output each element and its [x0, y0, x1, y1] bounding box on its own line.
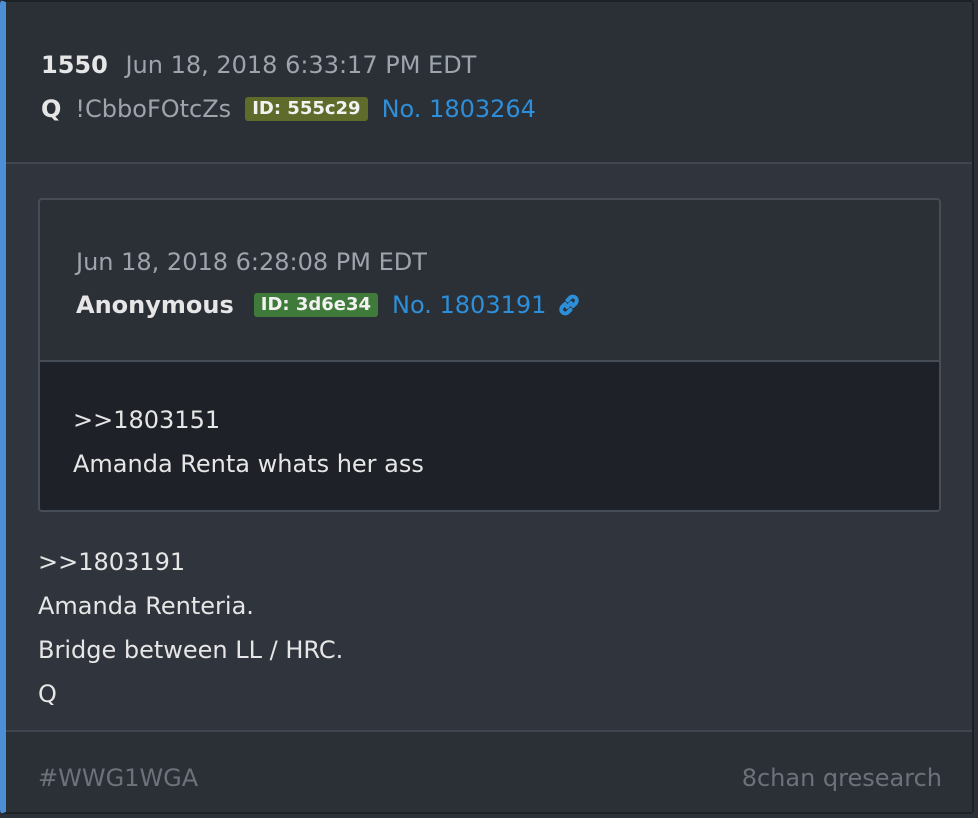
quoted-author-row: Anonymous ID: 3d6e34 No. 1803191 [76, 287, 584, 323]
quoted-post: Jun 18, 2018 6:28:08 PM EDT Anonymous ID… [38, 198, 941, 512]
quoted-text-line: Amanda Renta whats her ass [73, 450, 424, 478]
post-text-line: Bridge between LL / HRC. [38, 636, 344, 664]
post-date: Jun 18, 2018 6:33:17 PM EDT [125, 51, 477, 79]
quoted-post-date: Jun 18, 2018 6:28:08 PM EDT [76, 248, 427, 276]
post-text-line: Amanda Renteria. [38, 592, 254, 620]
post-meta-row: 1550 Jun 18, 2018 6:33:17 PM EDT [41, 47, 476, 83]
quoted-number-link[interactable]: No. 1803191 [392, 287, 546, 323]
post-reply-ref[interactable]: >>1803191 [38, 544, 185, 580]
post-signature: Q [38, 680, 57, 708]
post-tripcode: !CbboFOtcZs [75, 95, 232, 123]
link-icon[interactable] [554, 290, 584, 320]
post-id-badge: ID: 555c29 [245, 97, 368, 121]
post-card: 1550 Jun 18, 2018 6:33:17 PM EDT Q !Cbbo… [0, 0, 974, 814]
quoted-post-author: Anonymous [76, 291, 234, 319]
post-number: 1550 [41, 51, 108, 79]
hashtag: #WWG1WGA [38, 764, 199, 792]
quoted-reply-ref[interactable]: >>1803151 [73, 402, 220, 438]
quoted-id-badge: ID: 3d6e34 [253, 293, 379, 317]
post-footer: #WWG1WGA 8chan qresearch [6, 730, 972, 812]
source-label: 8chan qresearch [741, 764, 942, 792]
post-number-link[interactable]: No. 1803264 [382, 91, 536, 127]
post-author-row: Q !CbboFOtcZs ID: 555c29 No. 1803264 [41, 91, 536, 127]
quoted-post-body: >>1803151 Amanda Renta whats her ass [40, 362, 939, 510]
post-header: 1550 Jun 18, 2018 6:33:17 PM EDT Q !Cbbo… [6, 2, 972, 164]
quoted-post-header: Jun 18, 2018 6:28:08 PM EDT Anonymous ID… [40, 200, 939, 362]
post-author: Q [41, 95, 62, 123]
